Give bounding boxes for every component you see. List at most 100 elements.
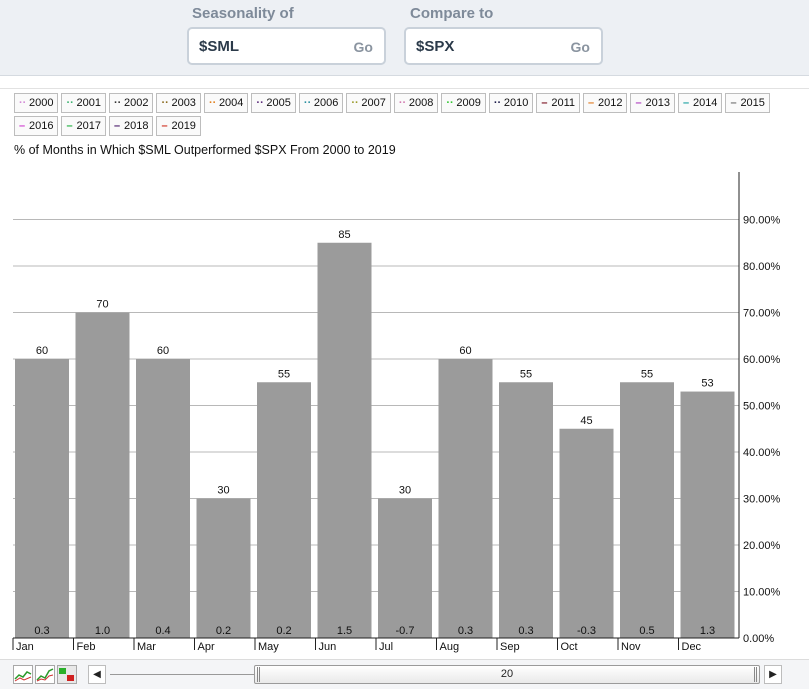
y-tick-label: 0.00% <box>743 633 774 645</box>
bar-may[interactable] <box>257 382 311 638</box>
slider-value: 20 <box>500 668 514 680</box>
seasonality-go-button[interactable]: Go <box>354 39 373 55</box>
legend-item-2012[interactable]: –2012 <box>582 93 628 113</box>
bar-dec[interactable] <box>680 391 735 638</box>
bar-avg-return-label: 0.3 <box>458 625 473 637</box>
legend-swatch-icon: – <box>730 96 737 109</box>
legend-label: 2004 <box>218 97 244 109</box>
legend-swatch-icon: – <box>587 96 595 109</box>
legend-item-2006[interactable]: ·· 2006 <box>298 93 344 113</box>
y-tick-label: 40.00% <box>743 447 781 459</box>
legend-item-2016[interactable]: –2016 <box>14 116 59 136</box>
legend-item-2011[interactable]: –2011 <box>536 93 580 113</box>
x-tick-label: Jul <box>379 641 393 653</box>
x-tick-label: Nov <box>621 641 641 653</box>
legend-label: 2010 <box>503 97 529 109</box>
slider-right-grip[interactable] <box>754 667 757 682</box>
legend-label: 2013 <box>645 97 670 109</box>
legend-item-2003[interactable]: ·· 2003 <box>156 93 201 113</box>
bar-avg-return-label: -0.3 <box>577 625 596 637</box>
x-tick-label: Jun <box>319 641 337 653</box>
bar-value-label: 30 <box>399 485 411 497</box>
y-tick-label: 10.00% <box>743 587 781 599</box>
legend-item-2009[interactable]: ·· 2009 <box>441 93 486 113</box>
bar-nov[interactable] <box>620 382 674 638</box>
bar-jul[interactable] <box>378 498 432 639</box>
legend-item-2005[interactable]: ·· 2005 <box>251 93 296 113</box>
bar-jun[interactable] <box>317 242 372 638</box>
bar-aug[interactable] <box>438 359 493 638</box>
bar-sep[interactable] <box>499 382 553 638</box>
bar-feb[interactable] <box>75 312 130 639</box>
chart-title: % of Months in Which $SML Outperformed $… <box>14 143 396 157</box>
line-chart-icon[interactable] <box>13 665 33 684</box>
bar-avg-return-label: 0.2 <box>276 625 291 637</box>
legend-swatch-icon: ·· <box>19 96 27 109</box>
bar-value-label: 55 <box>520 368 532 380</box>
legend-swatch-icon: – <box>541 96 548 109</box>
bar-apr[interactable] <box>196 498 251 639</box>
bar-avg-return-label: 0.5 <box>639 625 654 637</box>
bar-avg-return-label: 1.0 <box>95 625 110 637</box>
legend-label: 2000 <box>29 97 54 109</box>
bar-mar[interactable] <box>136 359 190 638</box>
y-tick-label: 90.00% <box>743 215 781 227</box>
legend-item-2002[interactable]: ·· 2002 <box>108 93 154 113</box>
x-tick-label: May <box>258 641 279 653</box>
bar-avg-return-label: 0.3 <box>34 625 49 637</box>
compare-input[interactable]: $SPX Go <box>404 27 603 65</box>
x-tick-label: Sep <box>500 641 520 653</box>
legend-swatch-icon: ·· <box>66 96 74 109</box>
legend-label: 2009 <box>456 97 481 109</box>
legend-label: 2001 <box>76 97 101 109</box>
legend-item-2004[interactable]: ·· 2004 <box>203 93 249 113</box>
legend-item-2007[interactable]: ·· 2007 <box>346 93 391 113</box>
legend-label: 2002 <box>123 97 149 109</box>
legend-item-2013[interactable]: –2013 <box>630 93 675 113</box>
seasonality-input[interactable]: $SML Go <box>187 27 386 65</box>
y-tick-label: 60.00% <box>743 354 781 366</box>
compare-go-button[interactable]: Go <box>571 39 590 55</box>
bar-value-label: 60 <box>36 345 48 357</box>
legend-label: 2012 <box>597 97 623 109</box>
x-tick-label: Jan <box>16 641 34 653</box>
scroll-track <box>110 674 255 675</box>
scroll-left-arrow[interactable]: ◀ <box>88 665 106 684</box>
legend-label: 2019 <box>171 120 196 132</box>
legend-item-2018[interactable]: –2018 <box>108 116 154 136</box>
bar-value-label: 70 <box>96 299 108 311</box>
legend-item-2010[interactable]: ·· 2010 <box>488 93 534 113</box>
legend-item-2000[interactable]: ·· 2000 <box>14 93 59 113</box>
y-tick-label: 30.00% <box>743 494 781 506</box>
legend-swatch-icon: – <box>113 119 121 132</box>
legend-item-2017[interactable]: –2017 <box>61 116 106 136</box>
legend-swatch-icon: – <box>635 96 642 109</box>
bar-oct[interactable] <box>559 428 614 638</box>
legend-item-2008[interactable]: ·· 2008 <box>393 93 439 113</box>
slider-left-grip[interactable] <box>257 667 260 682</box>
scroll-right-arrow[interactable]: ▶ <box>764 665 782 684</box>
x-tick-label: Aug <box>440 641 460 653</box>
header-bar: Seasonality of $SML Go Compare to $SPX G… <box>0 0 809 76</box>
legend-swatch-icon: ·· <box>446 96 454 109</box>
x-tick-label: Oct <box>561 641 578 653</box>
legend-item-2001[interactable]: ·· 2001 <box>61 93 106 113</box>
bar-value-label: 45 <box>580 415 592 427</box>
compare-value: $SPX <box>416 38 455 55</box>
legend-label: 2008 <box>408 97 434 109</box>
range-slider-thumb[interactable]: 20 <box>254 665 760 684</box>
bar-value-label: 30 <box>217 485 229 497</box>
legend-label: 2015 <box>740 97 765 109</box>
bar-jan[interactable] <box>15 359 69 638</box>
legend-label: 2017 <box>76 120 101 132</box>
legend-swatch-icon: ·· <box>493 96 502 109</box>
legend-item-2014[interactable]: –2014 <box>677 93 723 113</box>
legend-item-2015[interactable]: –2015 <box>725 93 770 113</box>
legend-swatch-icon: – <box>66 119 73 132</box>
bar-view-icon[interactable] <box>57 665 77 684</box>
performance-chart-icon[interactable] <box>35 665 55 684</box>
seasonality-label: Seasonality of <box>192 5 294 22</box>
legend-label: 2011 <box>551 97 575 109</box>
legend-item-2019[interactable]: –2019 <box>156 116 201 136</box>
x-tick-label: Apr <box>198 641 215 653</box>
